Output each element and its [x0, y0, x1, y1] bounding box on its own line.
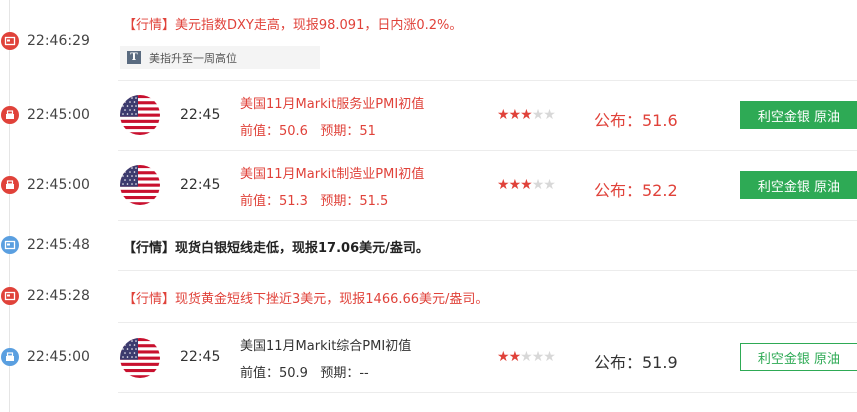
importance-stars: ★★★★★ [497, 107, 556, 123]
event-name[interactable]: 美国11月Markit服务业PMI初值 [240, 93, 424, 112]
item-time: 22:45:48 [27, 237, 90, 253]
event-name[interactable]: 美国11月Markit综合PMI初值 [240, 335, 411, 354]
star-empty-icon: ★ [531, 107, 545, 123]
item-time: 22:45:00 [27, 349, 90, 365]
star-empty-icon: ★ [520, 349, 533, 365]
event-time: 22:45 [180, 107, 221, 123]
event-previous-forecast: 前值：50.9 预期：-- [240, 366, 369, 381]
star-filled-icon: ★ [497, 107, 510, 123]
timeline-item-news: 22:45:48 【行情】现货白银短线走低，现报17.06美元/盎司。 [0, 220, 857, 270]
actual-value: 公布：51.9 [594, 353, 678, 372]
data-icon [1, 176, 19, 194]
news-text[interactable]: 【行情】美元指数DXY走高，现报98.091，日内涨0.2%。 [123, 14, 462, 33]
star-empty-icon: ★ [531, 177, 545, 193]
effect-badge[interactable]: 利空金银 原油 [740, 171, 857, 199]
news-icon [1, 236, 19, 254]
us-flag-icon [120, 95, 160, 135]
star-filled-icon: ★ [508, 349, 522, 365]
event-time: 22:45 [180, 349, 221, 365]
item-time: 22:46:29 [27, 33, 90, 49]
star-filled-icon: ★ [520, 107, 533, 123]
effect-badge[interactable]: 利空金银 原油 [740, 343, 857, 371]
news-text[interactable]: 【行情】现货白银短线走低，现报17.06美元/盎司。 [123, 237, 429, 256]
event-time: 22:45 [180, 177, 221, 193]
effect-badge[interactable]: 利空金银 原油 [740, 101, 857, 129]
actual-value: 公布：52.2 [594, 181, 678, 200]
importance-stars: ★★★★★ [497, 349, 556, 365]
timeline-item-news: 22:46:29 【行情】美元指数DXY走高，现报98.091，日内涨0.2%。… [0, 0, 857, 82]
star-filled-icon: ★ [508, 177, 522, 193]
item-time: 22:45:00 [27, 177, 90, 193]
event-previous-forecast: 前值：50.6 预期：51 [240, 124, 376, 139]
star-filled-icon: ★ [497, 177, 510, 193]
star-empty-icon: ★ [543, 107, 556, 123]
star-filled-icon: ★ [497, 349, 510, 365]
tag-label: 美指升至一周高位 [149, 51, 237, 65]
tag-t-icon: T [127, 51, 141, 64]
news-text[interactable]: 【行情】现货黄金短线下挫近3美元，现报1466.66美元/盎司。 [123, 288, 488, 307]
us-flag-icon [120, 338, 160, 378]
timeline-item-news: 22:45:28 【行情】现货黄金短线下挫近3美元，现报1466.66美元/盎司… [0, 270, 857, 322]
importance-stars: ★★★★★ [497, 177, 556, 193]
star-empty-icon: ★ [543, 177, 556, 193]
row-divider [118, 392, 857, 393]
event-previous-forecast: 前值：51.3 预期：51.5 [240, 194, 389, 209]
timeline-item-data: 22:45:00 22:45 美国11月Markit综合PMI初值 前值：50.… [0, 322, 857, 392]
item-time: 22:45:00 [27, 107, 90, 123]
item-time: 22:45:28 [27, 288, 90, 304]
event-name[interactable]: 美国11月Markit制造业PMI初值 [240, 163, 424, 182]
timeline-item-data: 22:45:00 22:45 美国11月Markit服务业PMI初值 前值：50… [0, 80, 857, 150]
us-flag-icon [120, 165, 160, 205]
star-filled-icon: ★ [520, 177, 533, 193]
star-empty-icon: ★ [543, 349, 556, 365]
news-icon [1, 287, 19, 305]
news-icon [1, 32, 19, 50]
data-icon [1, 106, 19, 124]
data-icon [1, 348, 19, 366]
news-tag[interactable]: T 美指升至一周高位 [120, 46, 320, 69]
star-empty-icon: ★ [531, 349, 545, 365]
actual-value: 公布：51.6 [594, 111, 678, 130]
timeline-item-data: 22:45:00 22:45 美国11月Markit制造业PMI初值 前值：51… [0, 150, 857, 220]
star-filled-icon: ★ [508, 107, 522, 123]
